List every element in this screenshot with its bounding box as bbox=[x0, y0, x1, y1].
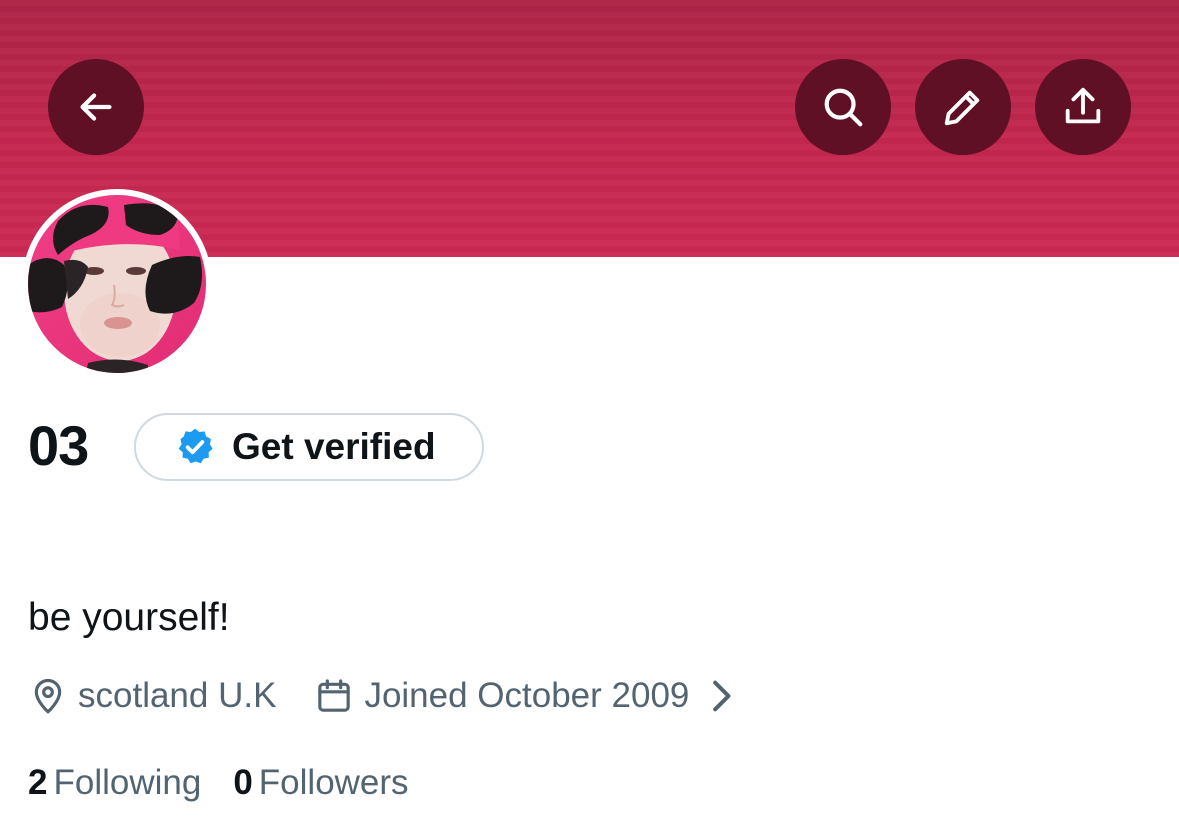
share-icon bbox=[1065, 87, 1101, 124]
avatar-photo bbox=[28, 195, 206, 373]
location-pin-icon bbox=[34, 679, 62, 714]
profile-bio: be yourself! bbox=[28, 596, 230, 639]
display-name: 03 bbox=[28, 414, 89, 477]
pencil-icon bbox=[944, 90, 980, 126]
followers-link[interactable]: 0 Followers bbox=[233, 763, 408, 803]
share-button[interactable] bbox=[1035, 59, 1131, 155]
chevron-right-icon bbox=[713, 680, 731, 712]
follow-stats: 2 Following 0 Followers bbox=[28, 758, 409, 808]
verified-badge-icon bbox=[178, 428, 213, 464]
search-button[interactable] bbox=[795, 59, 891, 155]
joined-text: Joined October 2009 bbox=[364, 676, 690, 715]
followers-label: Followers bbox=[258, 763, 409, 802]
calendar-icon bbox=[318, 679, 351, 712]
get-verified-label: Get verified bbox=[232, 426, 436, 467]
back-button[interactable] bbox=[48, 59, 144, 155]
joined-item[interactable]: Joined October 2009 bbox=[314, 676, 751, 716]
profile-meta: scotland U.K Joined October 2009 bbox=[28, 672, 751, 720]
location-text: scotland U.K bbox=[78, 676, 277, 715]
following-count: 2 bbox=[28, 763, 48, 802]
edit-button[interactable] bbox=[915, 59, 1011, 155]
avatar[interactable] bbox=[28, 195, 206, 373]
back-arrow-icon bbox=[80, 93, 112, 121]
following-label: Following bbox=[53, 763, 202, 802]
location-item: scotland U.K bbox=[28, 676, 276, 716]
following-link[interactable]: 2 Following bbox=[28, 763, 201, 803]
search-icon bbox=[824, 88, 863, 127]
followers-count: 0 bbox=[233, 763, 253, 802]
get-verified-button[interactable]: Get verified bbox=[134, 413, 484, 481]
